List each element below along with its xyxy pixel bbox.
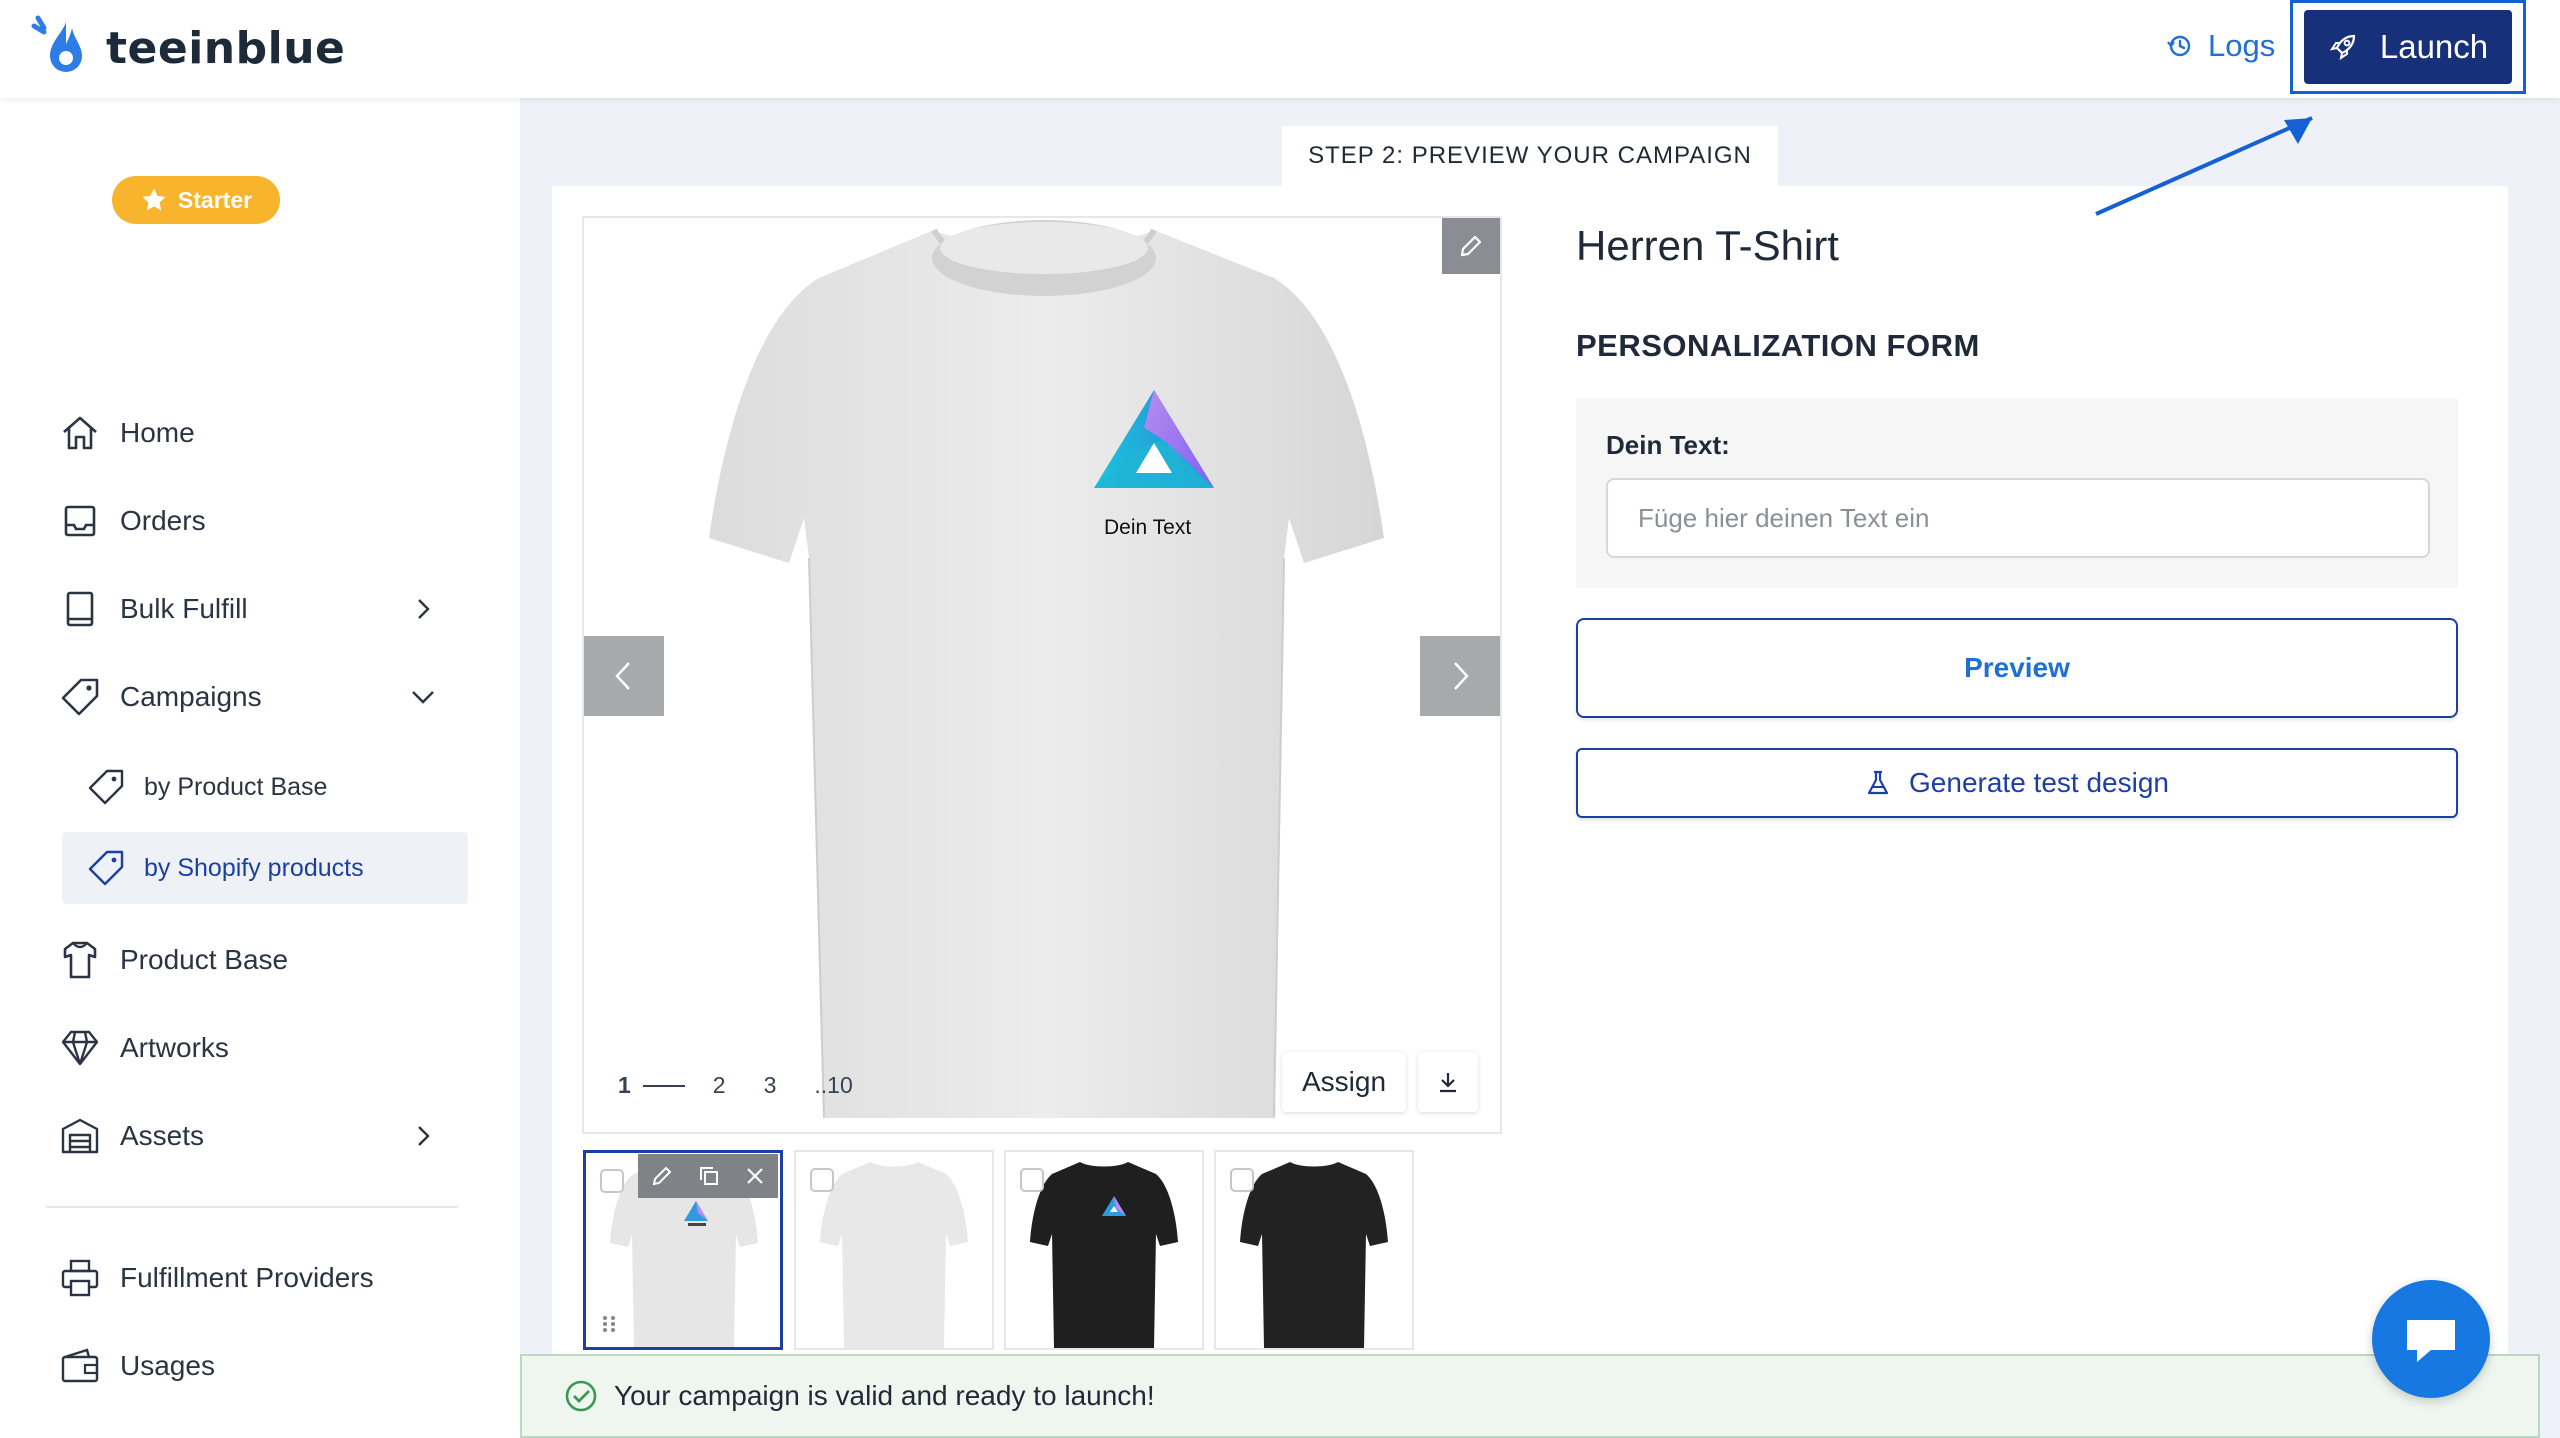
tag-icon <box>88 850 124 886</box>
launch-button[interactable]: Launch <box>2304 10 2512 84</box>
download-button[interactable] <box>1418 1052 1478 1112</box>
sidebar-item-campaigns[interactable]: Campaigns <box>58 669 262 725</box>
tag-icon <box>58 675 102 719</box>
chat-icon <box>2407 1320 2455 1362</box>
chat-widget-button[interactable] <box>2372 1280 2490 1398</box>
drag-handle-icon[interactable] <box>600 1313 618 1335</box>
edit-mockup-button[interactable] <box>1442 218 1500 274</box>
sidebar-item-label: Usages <box>120 1350 215 1381</box>
close-icon[interactable] <box>744 1165 766 1187</box>
star-icon <box>142 188 166 211</box>
sidebar-item-assets[interactable]: Assets <box>58 1108 204 1164</box>
pencil-icon[interactable] <box>650 1164 674 1188</box>
generate-test-design-button[interactable]: Generate test design <box>1576 748 2458 818</box>
thumbnail-checkbox[interactable] <box>1020 1168 1044 1192</box>
chevron-down-icon[interactable] <box>408 682 438 712</box>
mockup-preview: Dein Text <box>582 216 1502 1134</box>
download-icon <box>1440 1073 1456 1093</box>
sidebar-item-label: Orders <box>120 505 206 536</box>
sidebar-item-label: Fulfillment Providers <box>120 1262 374 1293</box>
book-icon <box>58 587 102 631</box>
printer-icon <box>58 1256 102 1300</box>
thumbnail-checkbox[interactable] <box>1230 1168 1254 1192</box>
sidebar-item-bulk-fulfill[interactable]: Bulk Fulfill <box>58 581 248 637</box>
sidebar-item-label: Campaigns <box>120 681 262 712</box>
top-bar: teeinblue Logs Launch <box>0 0 2560 98</box>
shirt-icon <box>58 938 102 982</box>
rocket-icon <box>2329 34 2355 61</box>
sidebar-subitem-by-shopify-products[interactable]: by Shopify products <box>62 832 468 904</box>
brand-logo[interactable]: teeinblue <box>28 14 345 82</box>
sidebar-item-label: Home <box>120 417 195 448</box>
thumbnail-checkbox[interactable] <box>600 1169 624 1193</box>
dein-text-label: Dein Text: <box>1606 430 1730 460</box>
thumbnail-checkbox[interactable] <box>810 1168 834 1192</box>
mockup-thumbnail[interactable] <box>1004 1150 1204 1350</box>
thumbnail-toolbar <box>638 1154 778 1198</box>
logo-icon <box>31 15 82 72</box>
sidebar-item-fulfillment-providers[interactable]: Fulfillment Providers <box>58 1250 374 1306</box>
sidebar-item-product-base[interactable]: Product Base <box>58 932 288 988</box>
sidebar-item-label: Assets <box>120 1120 205 1151</box>
chevron-right-icon[interactable] <box>408 1121 438 1151</box>
sidebar-divider <box>46 1206 458 1208</box>
mockup-pager: 1 2 3 ..10 <box>618 1072 853 1099</box>
sidebar-item-usages[interactable]: Usages <box>58 1338 215 1394</box>
product-title: Herren T-Shirt <box>1576 222 1839 269</box>
generate-test-design-label: Generate test design <box>1909 767 2169 798</box>
diamond-icon <box>58 1026 102 1070</box>
history-icon <box>2167 35 2191 57</box>
check-circle-icon <box>565 1380 597 1412</box>
pager-page-2[interactable]: 2 <box>713 1072 726 1099</box>
chevron-right-icon[interactable] <box>408 594 438 624</box>
sidebar-item-label: Bulk Fulfill <box>120 593 248 624</box>
duplicate-icon[interactable] <box>697 1164 721 1188</box>
logs-label: Logs <box>2208 28 2276 63</box>
pencil-icon <box>1460 235 1482 257</box>
launch-label: Launch <box>2379 28 2489 65</box>
home-icon <box>58 411 102 455</box>
warehouse-icon <box>58 1114 102 1158</box>
pager-page-last[interactable]: ..10 <box>814 1072 852 1099</box>
sidebar-subitem-label: by Product Base <box>144 772 328 801</box>
sidebar-item-orders[interactable]: Orders <box>58 493 206 549</box>
chevron-right-icon <box>1454 662 1469 690</box>
pager-current[interactable]: 1 <box>618 1072 631 1099</box>
plan-badge-label: Starter <box>177 186 253 213</box>
mockup-thumbnail[interactable] <box>1214 1150 1414 1350</box>
inbox-icon <box>58 499 102 543</box>
sidebar-item-home[interactable]: Home <box>58 405 195 461</box>
flask-icon <box>1867 770 1889 795</box>
chevron-left-icon <box>615 662 630 690</box>
annotation-arrow <box>2095 116 2313 216</box>
prev-image-button[interactable] <box>584 636 664 716</box>
step-indicator: STEP 2: PREVIEW YOUR CAMPAIGN <box>1282 126 1778 186</box>
logs-link[interactable]: Logs <box>2166 28 2275 64</box>
tshirt-mockup-image <box>709 220 1384 1119</box>
sidebar-item-label: Artworks <box>120 1032 229 1063</box>
sidebar-item-artworks[interactable]: Artworks <box>58 1020 229 1076</box>
next-image-button[interactable] <box>1420 636 1500 716</box>
plan-badge: Starter <box>112 176 280 224</box>
tag-icon <box>88 769 124 805</box>
pager-current-line <box>642 1084 685 1087</box>
mockup-thumbnail[interactable] <box>794 1150 994 1350</box>
pager-page-3[interactable]: 3 <box>764 1072 777 1099</box>
brand-name: teeinblue <box>106 22 346 74</box>
sidebar-subitem-label: by Shopify products <box>144 853 364 882</box>
mockup-personalization-text: Dein Text <box>1104 516 1192 539</box>
wallet-icon <box>58 1344 102 1388</box>
assign-button[interactable]: Assign <box>1282 1052 1406 1112</box>
preview-button[interactable]: Preview <box>1576 618 2458 718</box>
validation-status-text: Your campaign is valid and ready to laun… <box>614 1380 1155 1411</box>
sidebar-subitem-by-product-base[interactable]: by Product Base <box>62 751 468 823</box>
validation-status-bar: Your campaign is valid and ready to laun… <box>520 1354 2540 1438</box>
dein-text-input[interactable] <box>1606 478 2430 558</box>
personalization-form-title: PERSONALIZATION FORM <box>1576 328 1980 363</box>
sidebar-item-label: Product Base <box>120 944 289 975</box>
